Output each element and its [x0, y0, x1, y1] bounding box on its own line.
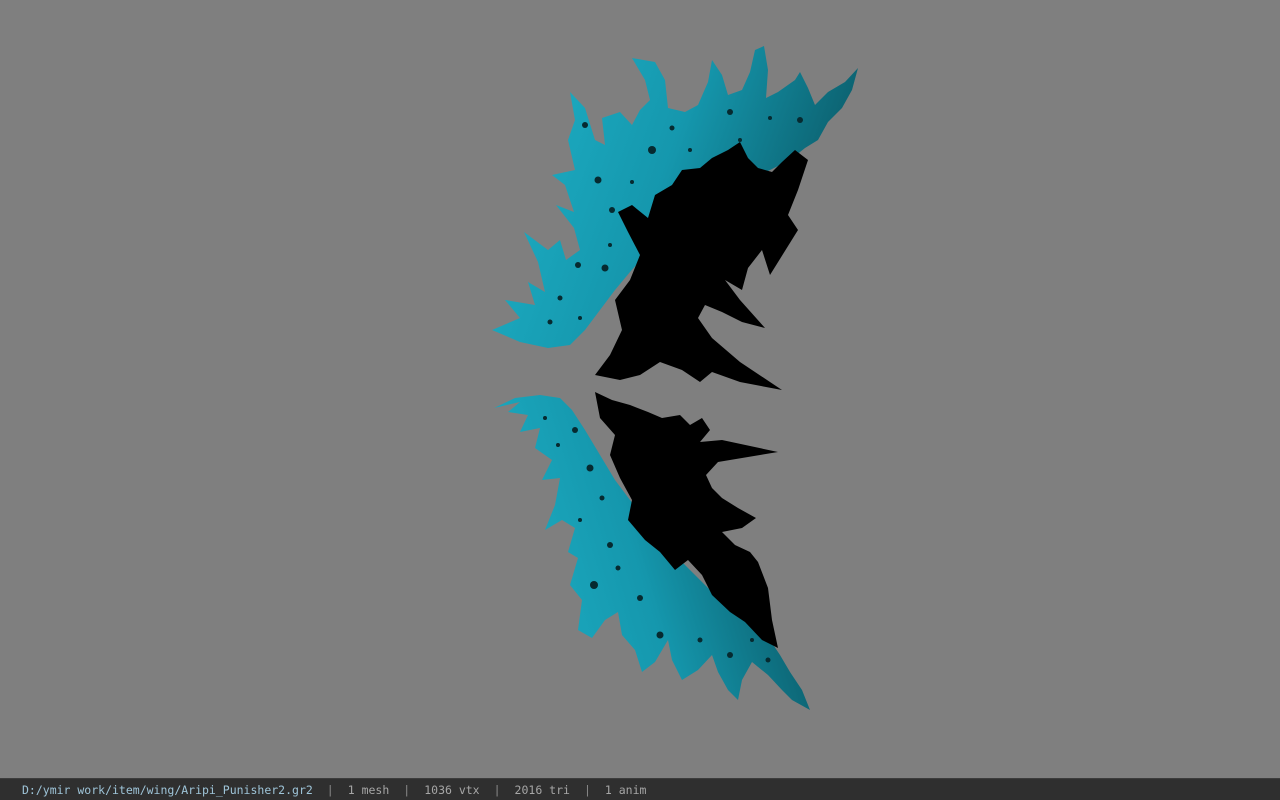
status-bar: D:/ymir work/item/wing/Aripi_Punisher2.g… — [0, 778, 1280, 800]
separator: | — [403, 782, 411, 797]
separator: | — [493, 782, 501, 797]
separator: | — [326, 782, 334, 797]
wing-model-render[interactable] — [0, 0, 1280, 778]
triangle-count: 2016 tri — [514, 782, 570, 797]
separator: | — [583, 782, 591, 797]
upper-wing — [492, 46, 858, 390]
file-path: D:/ymir work/item/wing/Aripi_Punisher2.g… — [22, 782, 313, 797]
lower-wing — [494, 392, 810, 710]
vertex-count: 1036 vtx — [424, 782, 480, 797]
3d-viewport[interactable] — [0, 0, 1280, 778]
anim-count: 1 anim — [604, 782, 647, 797]
mesh-count: 1 mesh — [347, 782, 390, 797]
